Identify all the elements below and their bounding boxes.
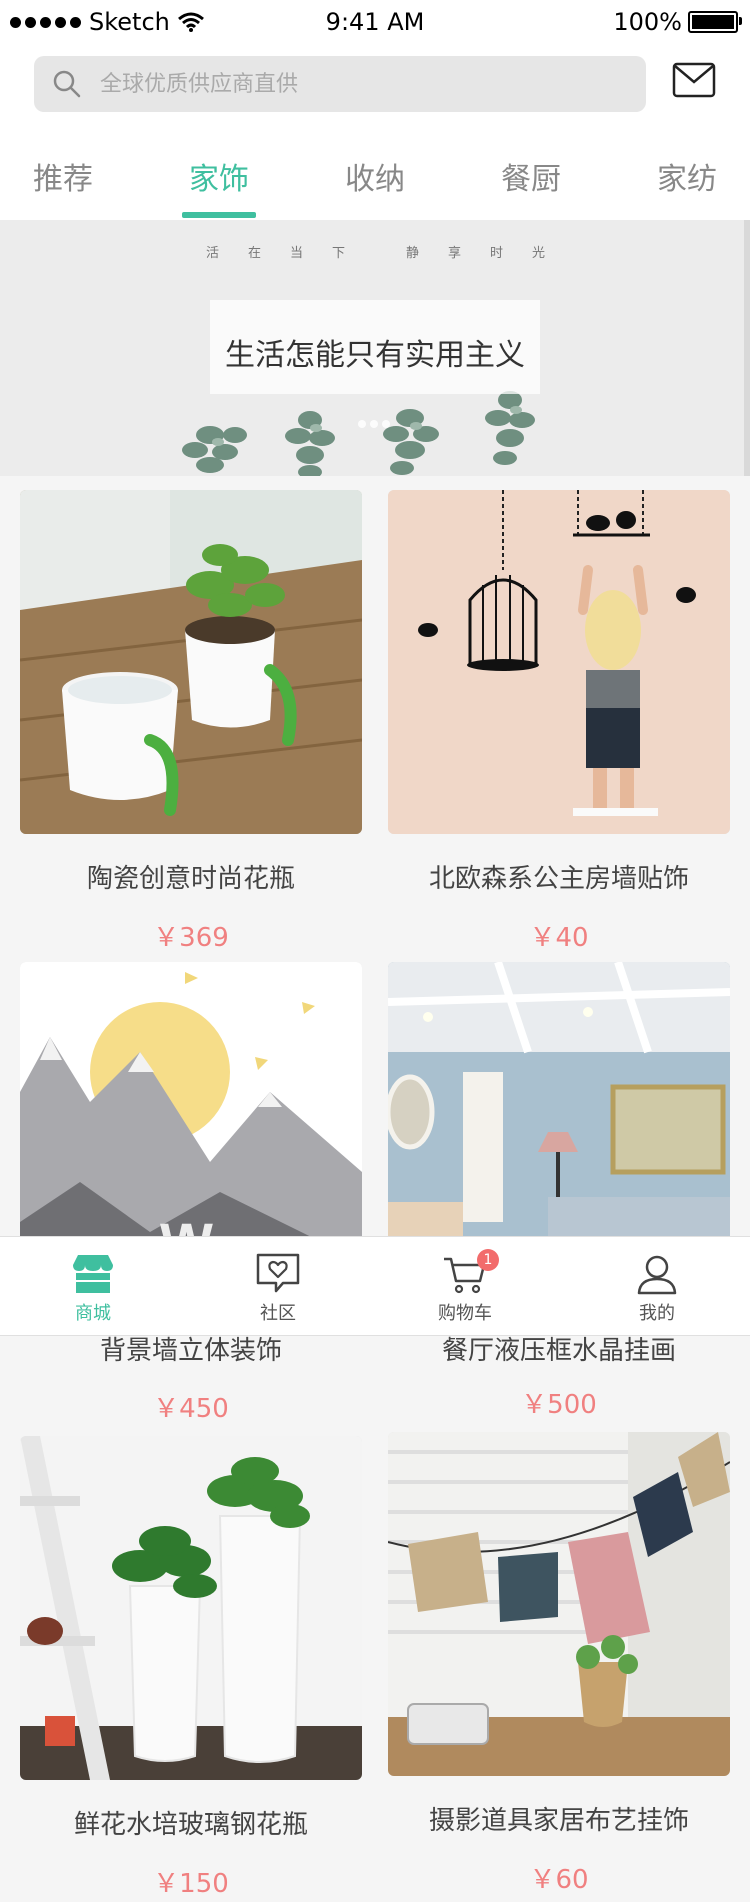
product-photo [20, 490, 362, 834]
product-price: ￥450 [153, 1394, 229, 1424]
product-name: 摄影道具家居布艺挂饰 [428, 1806, 689, 1836]
wall-sticker-photo [388, 490, 730, 834]
product-price: ￥500 [521, 1390, 597, 1420]
tab-recommend[interactable]: 推荐 [8, 154, 118, 198]
banner-carousel[interactable]: 活 在 当 下 静 享 时 光 生活怎能只有实用主义 [0, 220, 750, 476]
status-bar: Sketch 9:41 AM 100% [0, 0, 750, 44]
ceramic-vase-photo [20, 490, 362, 834]
bottom-tab-bar: 商城 社区 1 购物车 我的 [0, 1236, 750, 1336]
product-name: 北欧森系公主房墙贴饰 [428, 864, 689, 894]
banner-subtitle-char: 静 [406, 246, 420, 261]
active-tab-indicator [182, 212, 256, 218]
mail-icon[interactable] [672, 62, 716, 98]
tabbar-label: 社区 [260, 1303, 296, 1324]
banner-next-edge [744, 220, 750, 476]
product-price: ￥369 [153, 923, 229, 953]
store-icon [73, 1255, 113, 1293]
search-box[interactable] [34, 56, 646, 112]
product-card[interactable]: 鲜花水培玻璃钢花瓶 ￥150 [20, 1436, 362, 1900]
banner-subtitle-char: 在 [248, 246, 262, 261]
battery-percent: 100% [613, 8, 682, 36]
banner-subtitle-char: 下 [332, 246, 346, 261]
battery-icon [688, 11, 742, 33]
battery-area: 100% [613, 8, 742, 36]
banner-subtitle-char: 活 [206, 246, 220, 261]
tabbar-item-cart[interactable]: 1 购物车 [405, 1249, 525, 1325]
product-price: ￥150 [153, 1869, 229, 1899]
product-photo [388, 1432, 730, 1776]
tabbar-label: 商城 [75, 1303, 111, 1324]
tabbar-item-profile[interactable]: 我的 [597, 1251, 717, 1325]
white-planter-photo [20, 1436, 362, 1780]
product-card[interactable]: 陶瓷创意时尚花瓶 ￥369 [20, 490, 362, 954]
product-photo [20, 1436, 362, 1780]
tabbar-label: 我的 [639, 1303, 675, 1324]
tabbar-item-store[interactable]: 商城 [33, 1251, 153, 1325]
banner-subtitle-char: 时 [490, 246, 504, 261]
product-name: 陶瓷创意时尚花瓶 [86, 864, 295, 894]
search-row [0, 44, 750, 132]
product-name: 鲜花水培玻璃钢花瓶 [73, 1810, 308, 1840]
tab-home-decor[interactable]: 家饰 [164, 154, 274, 198]
tabbar-label: 购物车 [438, 1303, 492, 1324]
banner-subtitle-char: 享 [448, 246, 462, 261]
tab-textiles[interactable]: 家纺 [632, 154, 742, 198]
product-price: ￥40 [529, 923, 589, 953]
banner-slogan: 生活怎能只有实用主义 [225, 338, 525, 373]
user-icon [637, 1255, 677, 1295]
search-icon [53, 70, 81, 98]
product-photo [388, 490, 730, 834]
fabric-bunting-photo [388, 1432, 730, 1776]
tab-storage[interactable]: 收纳 [320, 154, 430, 198]
product-card[interactable]: 北欧森系公主房墙贴饰 ￥40 [388, 490, 730, 954]
tabbar-item-community[interactable]: 社区 [218, 1251, 338, 1325]
banner-subtitle-char: 光 [532, 246, 546, 261]
category-tabs: 推荐 家饰 收纳 餐厨 家纺 [0, 132, 750, 220]
product-card[interactable]: 摄影道具家居布艺挂饰 ￥60 [388, 1432, 730, 1896]
banner-subtitle-char: 当 [290, 246, 304, 261]
cart-badge: 1 [477, 1249, 499, 1271]
heart-chat-icon [256, 1253, 300, 1293]
carousel-indicator [358, 420, 390, 428]
product-price: ￥60 [529, 1865, 589, 1895]
search-input[interactable] [98, 70, 582, 98]
tab-kitchen[interactable]: 餐厨 [476, 154, 586, 198]
